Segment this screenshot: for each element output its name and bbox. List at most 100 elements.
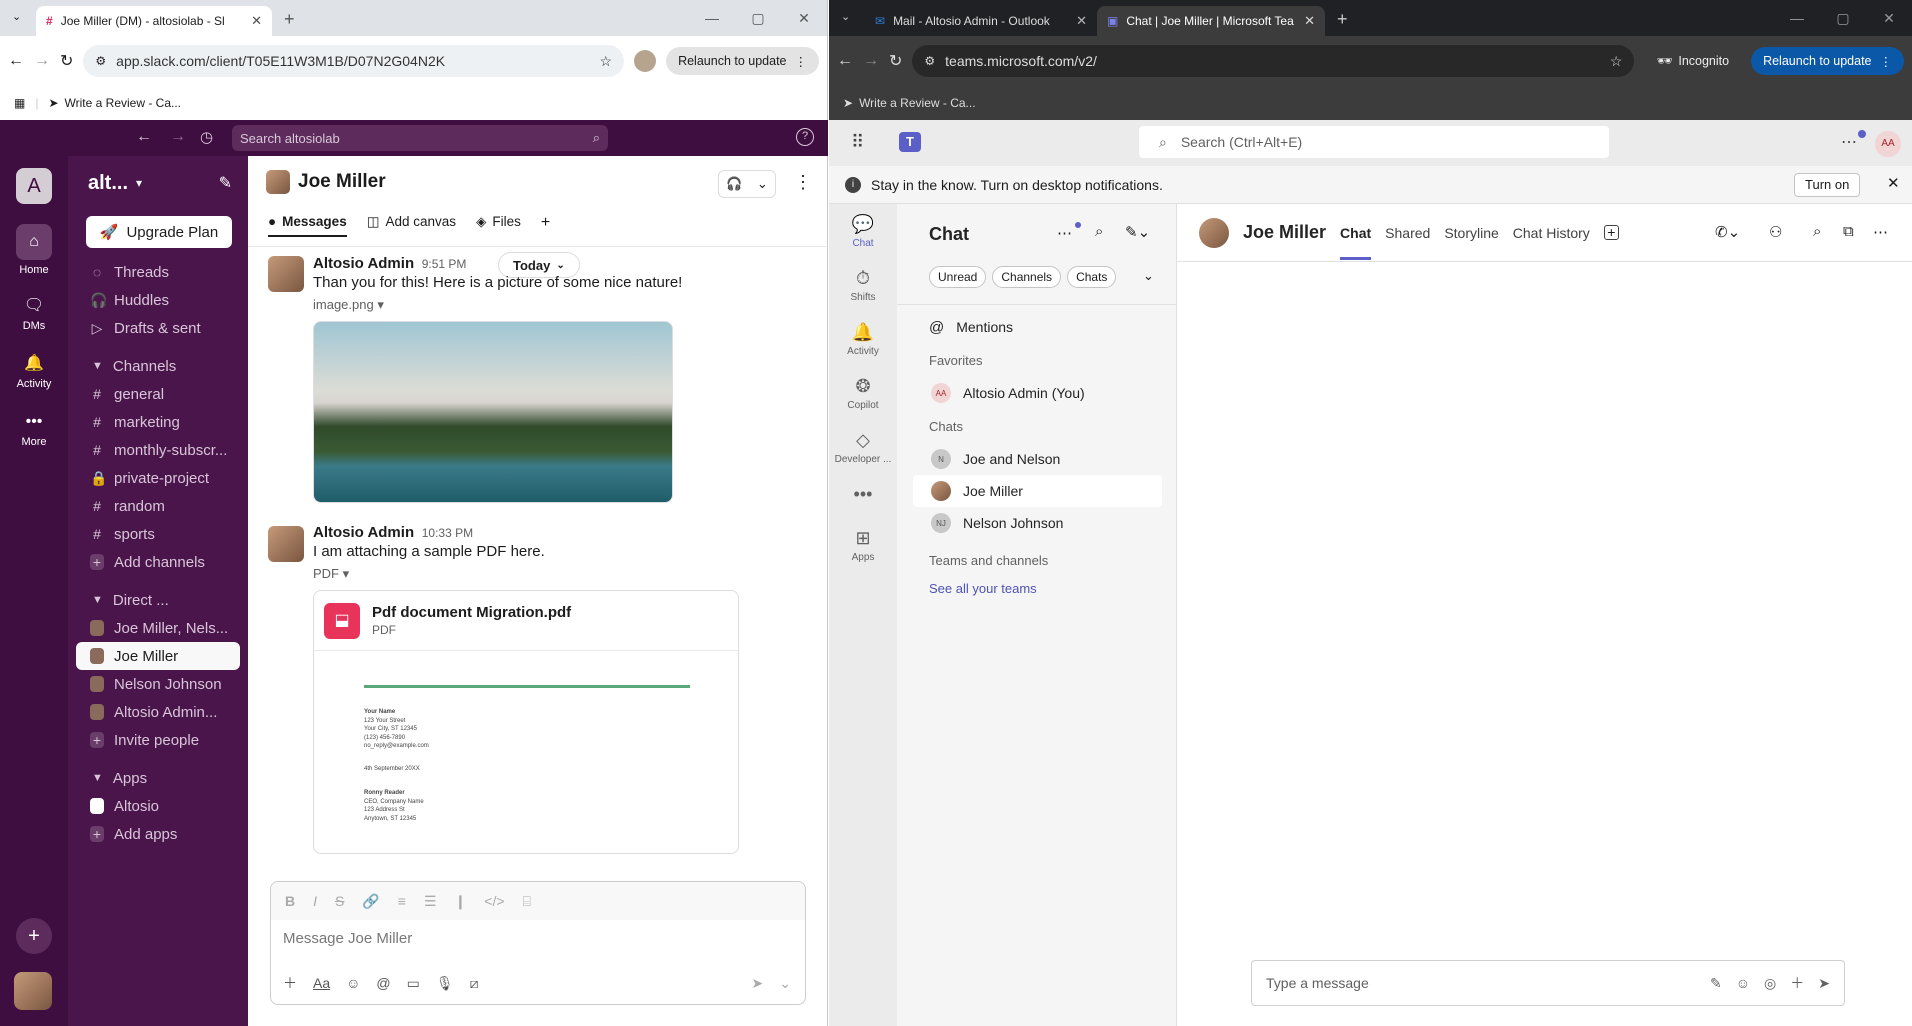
ordered-list-icon[interactable]: ≡: [398, 893, 406, 909]
minimize-icon[interactable]: —: [689, 10, 735, 26]
reload-icon[interactable]: ↻: [60, 51, 73, 71]
filter-chats[interactable]: Chats: [1067, 266, 1117, 288]
forward-icon[interactable]: →: [34, 52, 50, 70]
tab-teams[interactable]: ▣ Chat | Joe Miller | Microsoft Tea ✕: [1097, 6, 1325, 36]
more-options-icon[interactable]: ⋯: [1873, 223, 1888, 241]
close-window-icon[interactable]: ✕: [1866, 10, 1912, 27]
site-info-icon[interactable]: ⚙: [924, 54, 935, 68]
back-icon[interactable]: ←: [837, 52, 853, 70]
bookmark-item[interactable]: ➤ Write a Review - Ca...: [843, 96, 976, 110]
rail-shifts[interactable]: ⏱ Shifts: [829, 258, 897, 312]
bold-icon[interactable]: B: [285, 893, 295, 909]
mentions-item[interactable]: @ Mentions: [897, 311, 1176, 343]
slack-search-input[interactable]: Search altosiolab ⌕: [232, 125, 608, 151]
avatar[interactable]: [268, 256, 304, 292]
send-icon[interactable]: ➤: [1818, 975, 1830, 992]
maximize-icon[interactable]: ▢: [1820, 10, 1866, 27]
kebab-icon[interactable]: ⋮: [794, 172, 812, 193]
mention-icon[interactable]: @: [376, 975, 390, 991]
nav-drafts[interactable]: ▷ Drafts & sent: [68, 314, 248, 342]
avatar[interactable]: [1199, 217, 1229, 248]
tab-outlook[interactable]: ✉ Mail - Altosio Admin - Outlook ✕: [865, 6, 1097, 36]
chat-item-altosio-admin[interactable]: AA Altosio Admin (You): [897, 377, 1176, 409]
send-icon[interactable]: ➤: [752, 975, 764, 992]
text-format-icon[interactable]: Aa: [313, 975, 330, 991]
invite-people-button[interactable]: + Invite people: [68, 726, 248, 754]
chat-item-joe-miller[interactable]: Joe Miller: [913, 475, 1162, 507]
rail-more[interactable]: ••• More: [0, 408, 68, 448]
tab-shared[interactable]: Shared: [1385, 225, 1430, 241]
teams-header-section[interactable]: Teams and channels: [897, 543, 1176, 577]
bookmark-star-icon[interactable]: ☆: [1610, 53, 1623, 70]
emoji-icon[interactable]: ☺: [1736, 975, 1750, 991]
workspace-icon[interactable]: A: [16, 168, 52, 204]
format-icon[interactable]: ✎: [1710, 975, 1722, 992]
upgrade-plan-button[interactable]: 🚀 Upgrade Plan: [86, 216, 232, 248]
chat-item-joe-and-nelson[interactable]: N Joe and Nelson: [897, 443, 1176, 475]
rail-dms[interactable]: 🗨 DMs: [0, 292, 68, 332]
close-window-icon[interactable]: ✕: [781, 10, 827, 27]
channel-general[interactable]: # general: [68, 380, 248, 408]
attachment-toggle[interactable]: image.png ▾: [313, 297, 803, 313]
avatar[interactable]: [268, 526, 304, 562]
popout-icon[interactable]: ⧉: [1843, 223, 1854, 240]
channel-title[interactable]: Joe Miller: [298, 171, 386, 193]
composer-input[interactable]: Message Joe Miller: [271, 920, 805, 964]
chat-title[interactable]: Joe Miller: [1243, 222, 1326, 243]
chat-item-nelson-johnson[interactable]: NJ Nelson Johnson: [897, 507, 1176, 539]
compose-icon[interactable]: ✎: [219, 173, 232, 193]
address-bar[interactable]: ⚙ teams.microsoft.com/v2/ ☆: [912, 45, 1635, 77]
app-launcher-icon[interactable]: ⠿: [851, 132, 864, 153]
loop-icon[interactable]: ◎: [1764, 975, 1776, 992]
nav-huddles[interactable]: 🎧 Huddles: [68, 286, 248, 314]
site-info-icon[interactable]: ⚙: [95, 54, 106, 68]
nature-image[interactable]: [313, 321, 673, 503]
mic-icon[interactable]: 🎙: [436, 975, 454, 992]
tab-chat-history[interactable]: Chat History: [1513, 225, 1590, 241]
message-time[interactable]: 10:33 PM: [422, 526, 473, 540]
attachment-toggle[interactable]: PDF ▾: [313, 566, 803, 582]
favorites-header[interactable]: Favorites: [897, 343, 1176, 377]
dm-joe-miller[interactable]: Joe Miller: [76, 642, 240, 670]
pdf-attachment[interactable]: ⬓ Pdf document Migration.pdf PDF Your Nam…: [313, 590, 739, 854]
minimize-icon[interactable]: —: [1774, 10, 1820, 26]
incognito-badge[interactable]: 🕶 Incognito: [1644, 47, 1741, 75]
add-apps-button[interactable]: + Add apps: [68, 820, 248, 848]
filter-unread[interactable]: Unread: [929, 266, 987, 288]
new-tab-icon[interactable]: +: [1337, 9, 1348, 30]
rail-developer[interactable]: ◇ Developer ...: [829, 420, 897, 474]
history-clock-icon[interactable]: ◷: [200, 128, 213, 146]
chevron-down-icon[interactable]: ⌄: [1143, 268, 1154, 284]
code-block-icon[interactable]: ⌸: [523, 893, 531, 910]
message-author[interactable]: Altosio Admin: [313, 255, 414, 272]
app-altosio[interactable]: Altosio: [68, 792, 248, 820]
apps-header[interactable]: ▼ Apps: [68, 764, 248, 792]
channel-private-project[interactable]: 🔒 private-project: [68, 464, 248, 492]
more-options-icon[interactable]: ⋯: [1057, 224, 1072, 242]
italic-icon[interactable]: I: [313, 893, 317, 909]
bookmark-star-icon[interactable]: ☆: [600, 53, 613, 70]
tab-search-icon[interactable]: ⌄: [12, 10, 21, 23]
reload-icon[interactable]: ↻: [889, 51, 902, 71]
dm-group[interactable]: Joe Miller, Nels...: [68, 614, 248, 642]
history-back-icon[interactable]: ←: [136, 128, 152, 146]
turn-on-button[interactable]: Turn on: [1794, 173, 1861, 197]
rail-chat[interactable]: 💬 Chat: [829, 204, 897, 258]
call-icon[interactable]: ✆⌄: [1715, 223, 1740, 241]
huddle-button[interactable]: 🎧 ⌄: [718, 170, 776, 198]
blockquote-icon[interactable]: ❙: [455, 893, 467, 910]
strike-icon[interactable]: S: [335, 893, 344, 909]
add-workspace-icon[interactable]: +: [16, 918, 52, 954]
close-icon[interactable]: ✕: [1304, 13, 1315, 29]
address-bar[interactable]: ⚙ app.slack.com/client/T05E11W3M1B/D07N2…: [83, 45, 625, 77]
maximize-icon[interactable]: ▢: [735, 10, 781, 27]
tab-add-canvas[interactable]: ◫ Add canvas: [367, 214, 456, 230]
filter-channels[interactable]: Channels: [992, 266, 1062, 288]
profile-avatar[interactable]: AA: [1875, 131, 1901, 157]
dm-nelson-johnson[interactable]: Nelson Johnson: [68, 670, 248, 698]
channel-monthly[interactable]: # monthly-subscr...: [68, 436, 248, 464]
slash-icon[interactable]: ⧄: [470, 975, 479, 992]
nav-threads[interactable]: ◌ Threads: [68, 258, 248, 286]
rail-apps[interactable]: ⊞ Apps: [829, 518, 897, 572]
new-tab-icon[interactable]: +: [284, 9, 295, 30]
